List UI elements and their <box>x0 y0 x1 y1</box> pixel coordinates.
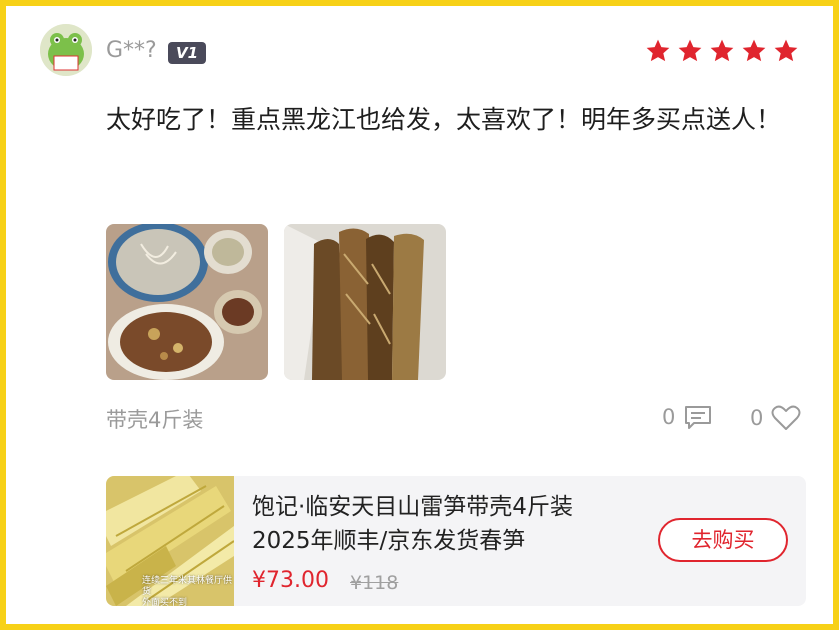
product-card[interactable]: 连续三年米其林餐厅供货 外面买不到 饱记·临安天目山雷笋带壳4斤装2025年顺丰… <box>106 476 806 606</box>
caption-line2: 外面买不到 <box>142 598 188 606</box>
rating-stars <box>645 38 799 64</box>
star-icon <box>646 39 670 62</box>
username[interactable]: G**? <box>106 38 157 63</box>
review-photo-bamboo-shoots[interactable] <box>284 224 446 380</box>
star-icon <box>710 39 734 62</box>
product-image-caption: 连续三年米其林餐厅供货 外面买不到 <box>142 576 234 606</box>
original-price: ¥118 <box>350 572 399 594</box>
product-title[interactable]: 饱记·临安天目山雷笋带壳4斤装2025年顺丰/京东发货春笋 <box>252 490 622 558</box>
avatar[interactable] <box>40 24 92 76</box>
comment-icon <box>685 406 712 429</box>
product-image[interactable]: 连续三年米其林餐厅供货 外面买不到 <box>106 476 234 606</box>
review-photo-meal[interactable] <box>106 224 268 380</box>
like-button[interactable]: 0 <box>750 404 801 432</box>
like-count: 0 <box>750 406 764 430</box>
comment-count: 0 <box>662 405 676 429</box>
star-icon <box>774 39 798 62</box>
heart-icon <box>771 405 801 430</box>
meal-photo-image <box>106 224 268 380</box>
product-price: ¥73.00 <box>252 568 329 593</box>
comment-button[interactable]: 0 <box>662 404 713 430</box>
star-icon <box>742 39 766 62</box>
product-variant: 带壳4斤装 <box>106 408 204 432</box>
level-badge: V1 <box>168 42 206 64</box>
frog-avatar-icon <box>40 24 92 76</box>
caption-line1: 连续三年米其林餐厅供货 <box>142 576 233 597</box>
buy-button[interactable]: 去购买 <box>658 518 788 562</box>
bamboo-photo-image <box>284 224 446 380</box>
review-text: 太好吃了！重点黑龙江也给发，太喜欢了！明年多买点送人！ <box>106 105 782 134</box>
star-icon <box>678 39 702 62</box>
